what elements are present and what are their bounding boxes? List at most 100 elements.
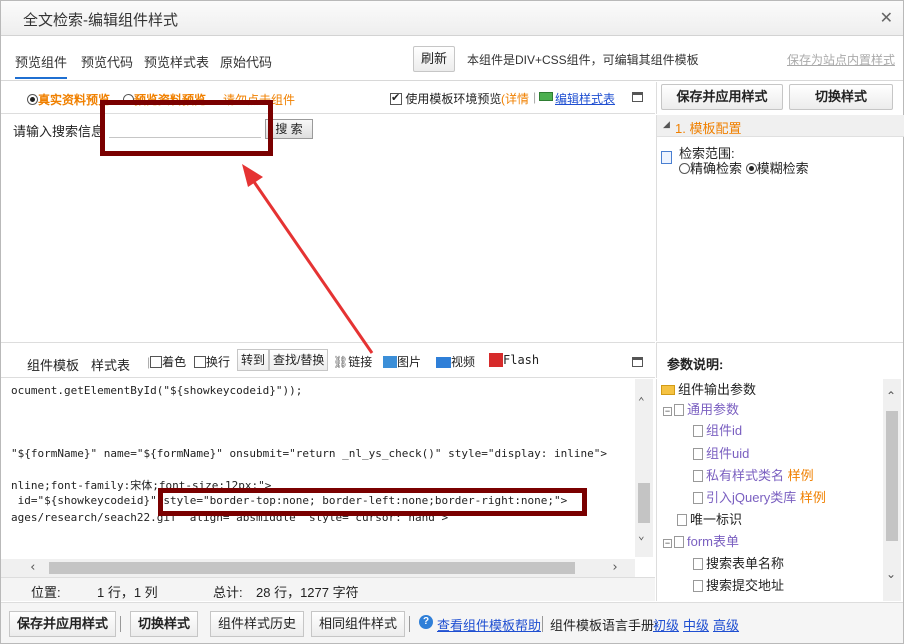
radio-selected-icon[interactable] bbox=[27, 94, 38, 105]
tree-item-component-uid[interactable]: 组件uid bbox=[693, 443, 749, 462]
tree-item-private-class[interactable]: 私有样式类名 样例 bbox=[693, 465, 814, 484]
tree-label: 通用参数 bbox=[687, 402, 740, 417]
scroll-down-icon[interactable]: ⌄ bbox=[638, 529, 645, 542]
bottom-save-apply-button[interactable]: 保存并应用样式 bbox=[9, 611, 117, 637]
config-panel: ◢ 1. 模板配置 检索范围: 精确检索 模糊检索 bbox=[656, 115, 904, 341]
scroll-thumb[interactable] bbox=[638, 483, 650, 523]
highlight-box-search-input bbox=[100, 100, 273, 156]
total-label: 总计: bbox=[213, 585, 243, 600]
image-icon bbox=[383, 356, 397, 368]
flash-label: Flash bbox=[503, 353, 540, 367]
tree-label: 引入jQuery类库 bbox=[706, 490, 797, 505]
flash-icon bbox=[489, 353, 503, 367]
use-env-label: 使用模板环境预览 bbox=[405, 92, 502, 106]
tree-scroll-up-icon[interactable]: ⌃ bbox=[886, 389, 896, 403]
color-label: 着色 bbox=[162, 355, 187, 369]
tree-label: 搜索表单名称 bbox=[706, 556, 785, 571]
bottom-switch-style-button[interactable]: 切换样式 bbox=[130, 611, 199, 637]
collapse-icon[interactable]: − bbox=[663, 539, 672, 548]
folder-icon bbox=[661, 385, 675, 395]
editor-toolbar: 组件模板 样式表 | 着色 换行 转到 查找/替换 ⛓链接 图片 视频 Flash bbox=[1, 342, 655, 381]
tree-item-jquery[interactable]: 引入jQuery类库 样例 bbox=[693, 487, 826, 506]
manual-mid-link[interactable]: 中级 bbox=[683, 615, 709, 634]
video-tool[interactable]: 视频 bbox=[436, 353, 475, 370]
separator bbox=[542, 616, 543, 632]
maximize-icon[interactable] bbox=[632, 90, 643, 104]
total-value: 28 行，1277 字符 bbox=[256, 585, 359, 600]
search-range-options: 精确检索 模糊检索 bbox=[679, 158, 809, 177]
fuzzy-radio[interactable] bbox=[745, 163, 757, 174]
checkbox-checked-icon[interactable] bbox=[390, 91, 402, 105]
tab-preview-css[interactable]: 预览样式表 bbox=[144, 52, 209, 77]
wrap-toggle[interactable]: 换行 bbox=[194, 353, 230, 370]
manual-high-link[interactable]: 高级 bbox=[713, 615, 739, 634]
template-help-link[interactable]: 查看组件模板帮助 bbox=[437, 615, 541, 634]
same-style-button[interactable]: 相同组件样式 bbox=[311, 611, 406, 637]
color-toggle[interactable]: | 着色 bbox=[147, 353, 186, 370]
group-icon bbox=[674, 536, 684, 548]
tree-label: 组件id bbox=[706, 423, 743, 438]
search-label: 请输入搜索信息 bbox=[13, 124, 105, 139]
link-tool[interactable]: ⛓链接 bbox=[333, 353, 372, 370]
goto-button[interactable]: 转到 bbox=[237, 349, 270, 371]
document-icon bbox=[661, 151, 672, 164]
tab-raw-code[interactable]: 原始代码 bbox=[220, 52, 272, 77]
h-scroll-thumb[interactable] bbox=[49, 562, 575, 574]
manual-label: 组件模板语言手册: bbox=[550, 618, 658, 633]
separator bbox=[409, 616, 410, 632]
color-checkbox[interactable] bbox=[150, 356, 163, 368]
file-icon bbox=[677, 514, 687, 526]
tab-component-template[interactable]: 组件模板 bbox=[27, 355, 80, 381]
exact-label: 精确检索 bbox=[690, 161, 743, 176]
position-label: 位置: bbox=[31, 585, 61, 600]
save-apply-style-button[interactable]: 保存并应用样式 bbox=[661, 84, 783, 110]
tab-preview-component[interactable]: 预览组件 bbox=[15, 52, 68, 79]
tree-scroll-down-icon[interactable]: ⌄ bbox=[886, 567, 896, 581]
scroll-left-icon[interactable]: ‹ bbox=[29, 560, 37, 575]
code-horizontal-scrollbar[interactable]: ‹ › bbox=[1, 559, 635, 577]
tree-item-submit-url[interactable]: 搜索提交地址 bbox=[693, 575, 784, 594]
tree-scroll-thumb[interactable] bbox=[886, 411, 898, 541]
sample-link[interactable]: 样例 bbox=[788, 468, 814, 483]
find-replace-button[interactable]: 查找/替换 bbox=[269, 349, 329, 371]
link-icon: ⛓ bbox=[333, 355, 349, 369]
tree-item-component-id[interactable]: 组件id bbox=[693, 420, 742, 439]
right-actions: 保存并应用样式 切换样式 bbox=[656, 82, 903, 114]
wrap-checkbox[interactable] bbox=[194, 356, 206, 368]
style-history-button[interactable]: 组件样式历史 bbox=[210, 611, 305, 637]
code-editor[interactable]: ocument.getElementById("${showkeycodeid}… bbox=[1, 379, 655, 577]
real-preview-option[interactable]: 真实资料预览 bbox=[27, 91, 110, 108]
tree-item-output-params[interactable]: 组件输出参数 bbox=[661, 379, 756, 398]
collapse-icon[interactable]: − bbox=[663, 407, 672, 416]
edit-css-link[interactable]: 编辑样式表 bbox=[555, 90, 615, 107]
tree-label: 组件uid bbox=[706, 446, 750, 461]
tree-item-form-name[interactable]: 搜索表单名称 bbox=[693, 553, 784, 572]
file-icon bbox=[693, 558, 703, 570]
flash-tool[interactable]: Flash bbox=[489, 353, 539, 367]
use-env-option[interactable]: 使用模板环境预览 bbox=[390, 90, 501, 107]
collapse-triangle-icon[interactable]: ◢ bbox=[663, 119, 670, 130]
tree-item-common-params[interactable]: − 通用参数 bbox=[663, 399, 739, 418]
editor-maximize-icon[interactable] bbox=[632, 355, 643, 369]
sample-link[interactable]: 样例 bbox=[800, 490, 826, 505]
tree-scrollbar[interactable]: ⌃ ⌄ bbox=[883, 379, 901, 601]
image-tool[interactable]: 图片 bbox=[383, 353, 421, 370]
details-link[interactable]: (详情 bbox=[501, 90, 529, 107]
scroll-up-icon[interactable]: ⌃ bbox=[638, 395, 645, 408]
config-header[interactable]: ◢ 1. 模板配置 bbox=[657, 115, 904, 137]
save-site-style-link[interactable]: 保存为站点内置样式 bbox=[787, 51, 895, 68]
manual-basic-link[interactable]: 初级 bbox=[653, 615, 679, 634]
close-icon[interactable]: ✕ bbox=[880, 8, 893, 28]
switch-style-button[interactable]: 切换样式 bbox=[789, 84, 893, 110]
exact-radio[interactable] bbox=[679, 163, 690, 174]
file-icon bbox=[693, 470, 703, 482]
tab-preview-code[interactable]: 预览代码 bbox=[81, 52, 133, 77]
video-icon bbox=[436, 357, 451, 368]
tab-stylesheet[interactable]: 样式表 bbox=[91, 355, 130, 374]
scroll-right-icon[interactable]: › bbox=[611, 560, 619, 575]
code-vertical-scrollbar[interactable]: ⌃ ⌄ bbox=[635, 379, 653, 557]
tree-item-unique-id[interactable]: 唯一标识 bbox=[677, 509, 742, 528]
refresh-button[interactable]: 刷新 bbox=[413, 46, 455, 72]
config-title: 1. 模板配置 bbox=[675, 121, 742, 136]
tree-item-form[interactable]: − form表单 bbox=[663, 531, 739, 550]
